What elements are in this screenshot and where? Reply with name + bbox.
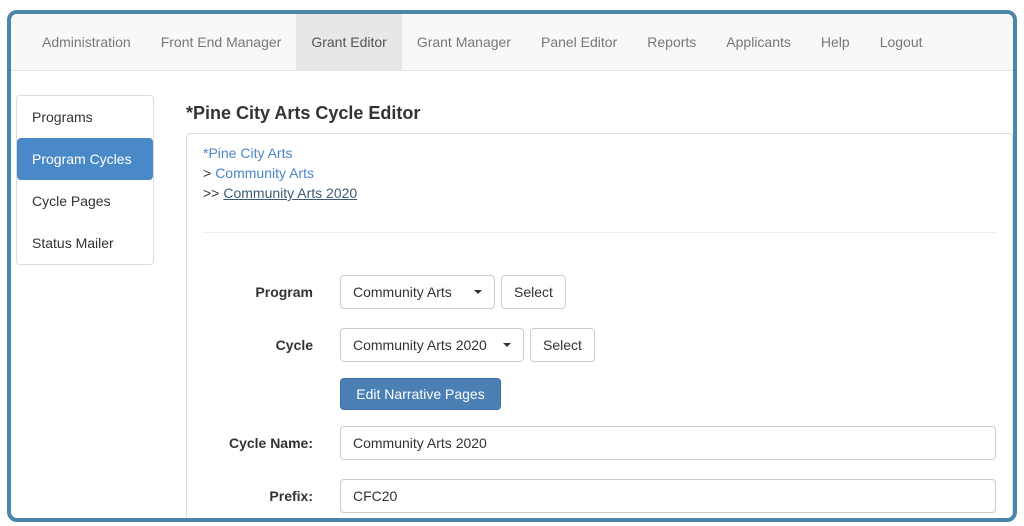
- chevron-down-icon: [474, 290, 482, 294]
- sidebar-item-programs[interactable]: Programs: [17, 96, 153, 138]
- edit-narrative-row: Edit Narrative Pages: [203, 378, 996, 410]
- program-row: Program Community Arts Select: [203, 275, 996, 309]
- nav-item-reports[interactable]: Reports: [632, 14, 711, 70]
- sidebar-item-cycle-pages[interactable]: Cycle Pages: [17, 180, 153, 222]
- breadcrumb: *Pine City Arts > Community Arts >> Commun…: [203, 143, 996, 203]
- app-window: Administration Front End Manager Grant E…: [7, 10, 1017, 522]
- cycle-name-label: Cycle Name:: [228, 435, 313, 451]
- main-content: *Pine City Arts Cycle Editor *Pine City …: [186, 95, 1013, 518]
- nav-item-front-end-manager[interactable]: Front End Manager: [146, 14, 297, 70]
- breadcrumb-row: > Community Arts: [203, 163, 996, 183]
- sidebar-item-status-mailer[interactable]: Status Mailer: [17, 222, 153, 264]
- edit-narrative-pages-button[interactable]: Edit Narrative Pages: [340, 378, 501, 410]
- program-label: Program: [255, 284, 313, 300]
- nav-item-administration[interactable]: Administration: [27, 14, 146, 70]
- cycle-name-row: Cycle Name:: [203, 426, 996, 460]
- cycle-dropdown-value: Community Arts 2020: [353, 337, 487, 353]
- breadcrumb-link-community-arts[interactable]: Community Arts: [215, 165, 314, 181]
- program-dropdown[interactable]: Community Arts: [340, 275, 495, 309]
- nav-item-applicants[interactable]: Applicants: [711, 14, 806, 70]
- cycle-name-input[interactable]: [340, 426, 996, 460]
- prefix-input[interactable]: [340, 479, 996, 513]
- nav-item-logout[interactable]: Logout: [865, 14, 938, 70]
- breadcrumb-separator: >: [203, 165, 212, 181]
- cycle-select-button[interactable]: Select: [530, 328, 595, 362]
- nav-item-grant-editor[interactable]: Grant Editor: [296, 14, 402, 70]
- program-dropdown-value: Community Arts: [353, 284, 452, 300]
- prefix-row: Prefix:: [203, 479, 996, 513]
- breadcrumb-row: *Pine City Arts: [203, 143, 996, 163]
- page-title: *Pine City Arts Cycle Editor: [186, 103, 421, 123]
- top-navbar: Administration Front End Manager Grant E…: [11, 14, 1013, 71]
- nav-item-panel-editor[interactable]: Panel Editor: [526, 14, 632, 70]
- cycle-dropdown[interactable]: Community Arts 2020: [340, 328, 524, 362]
- breadcrumb-row: >> Community Arts 2020: [203, 183, 996, 203]
- nav-item-help[interactable]: Help: [806, 14, 865, 70]
- nav-item-grant-manager[interactable]: Grant Manager: [402, 14, 526, 70]
- program-select-button[interactable]: Select: [501, 275, 566, 309]
- cycle-row: Cycle Community Arts 2020 Select: [203, 328, 996, 362]
- chevron-down-icon: [503, 343, 511, 347]
- cycle-label: Cycle: [275, 337, 313, 353]
- divider: [203, 232, 996, 233]
- breadcrumb-link-pine-city-arts[interactable]: *Pine City Arts: [203, 145, 292, 161]
- prefix-label: Prefix:: [269, 488, 313, 504]
- cycle-editor-card: *Pine City Arts > Community Arts >> Commun…: [186, 133, 1013, 518]
- cycle-form: Program Community Arts Select Cycle Comm…: [203, 275, 996, 513]
- sidebar-nav: Programs Program Cycles Cycle Pages Stat…: [16, 95, 154, 265]
- breadcrumb-link-community-arts-2020[interactable]: Community Arts 2020: [223, 185, 357, 201]
- breadcrumb-separator: >>: [203, 185, 220, 201]
- sidebar-item-program-cycles[interactable]: Program Cycles: [17, 138, 153, 180]
